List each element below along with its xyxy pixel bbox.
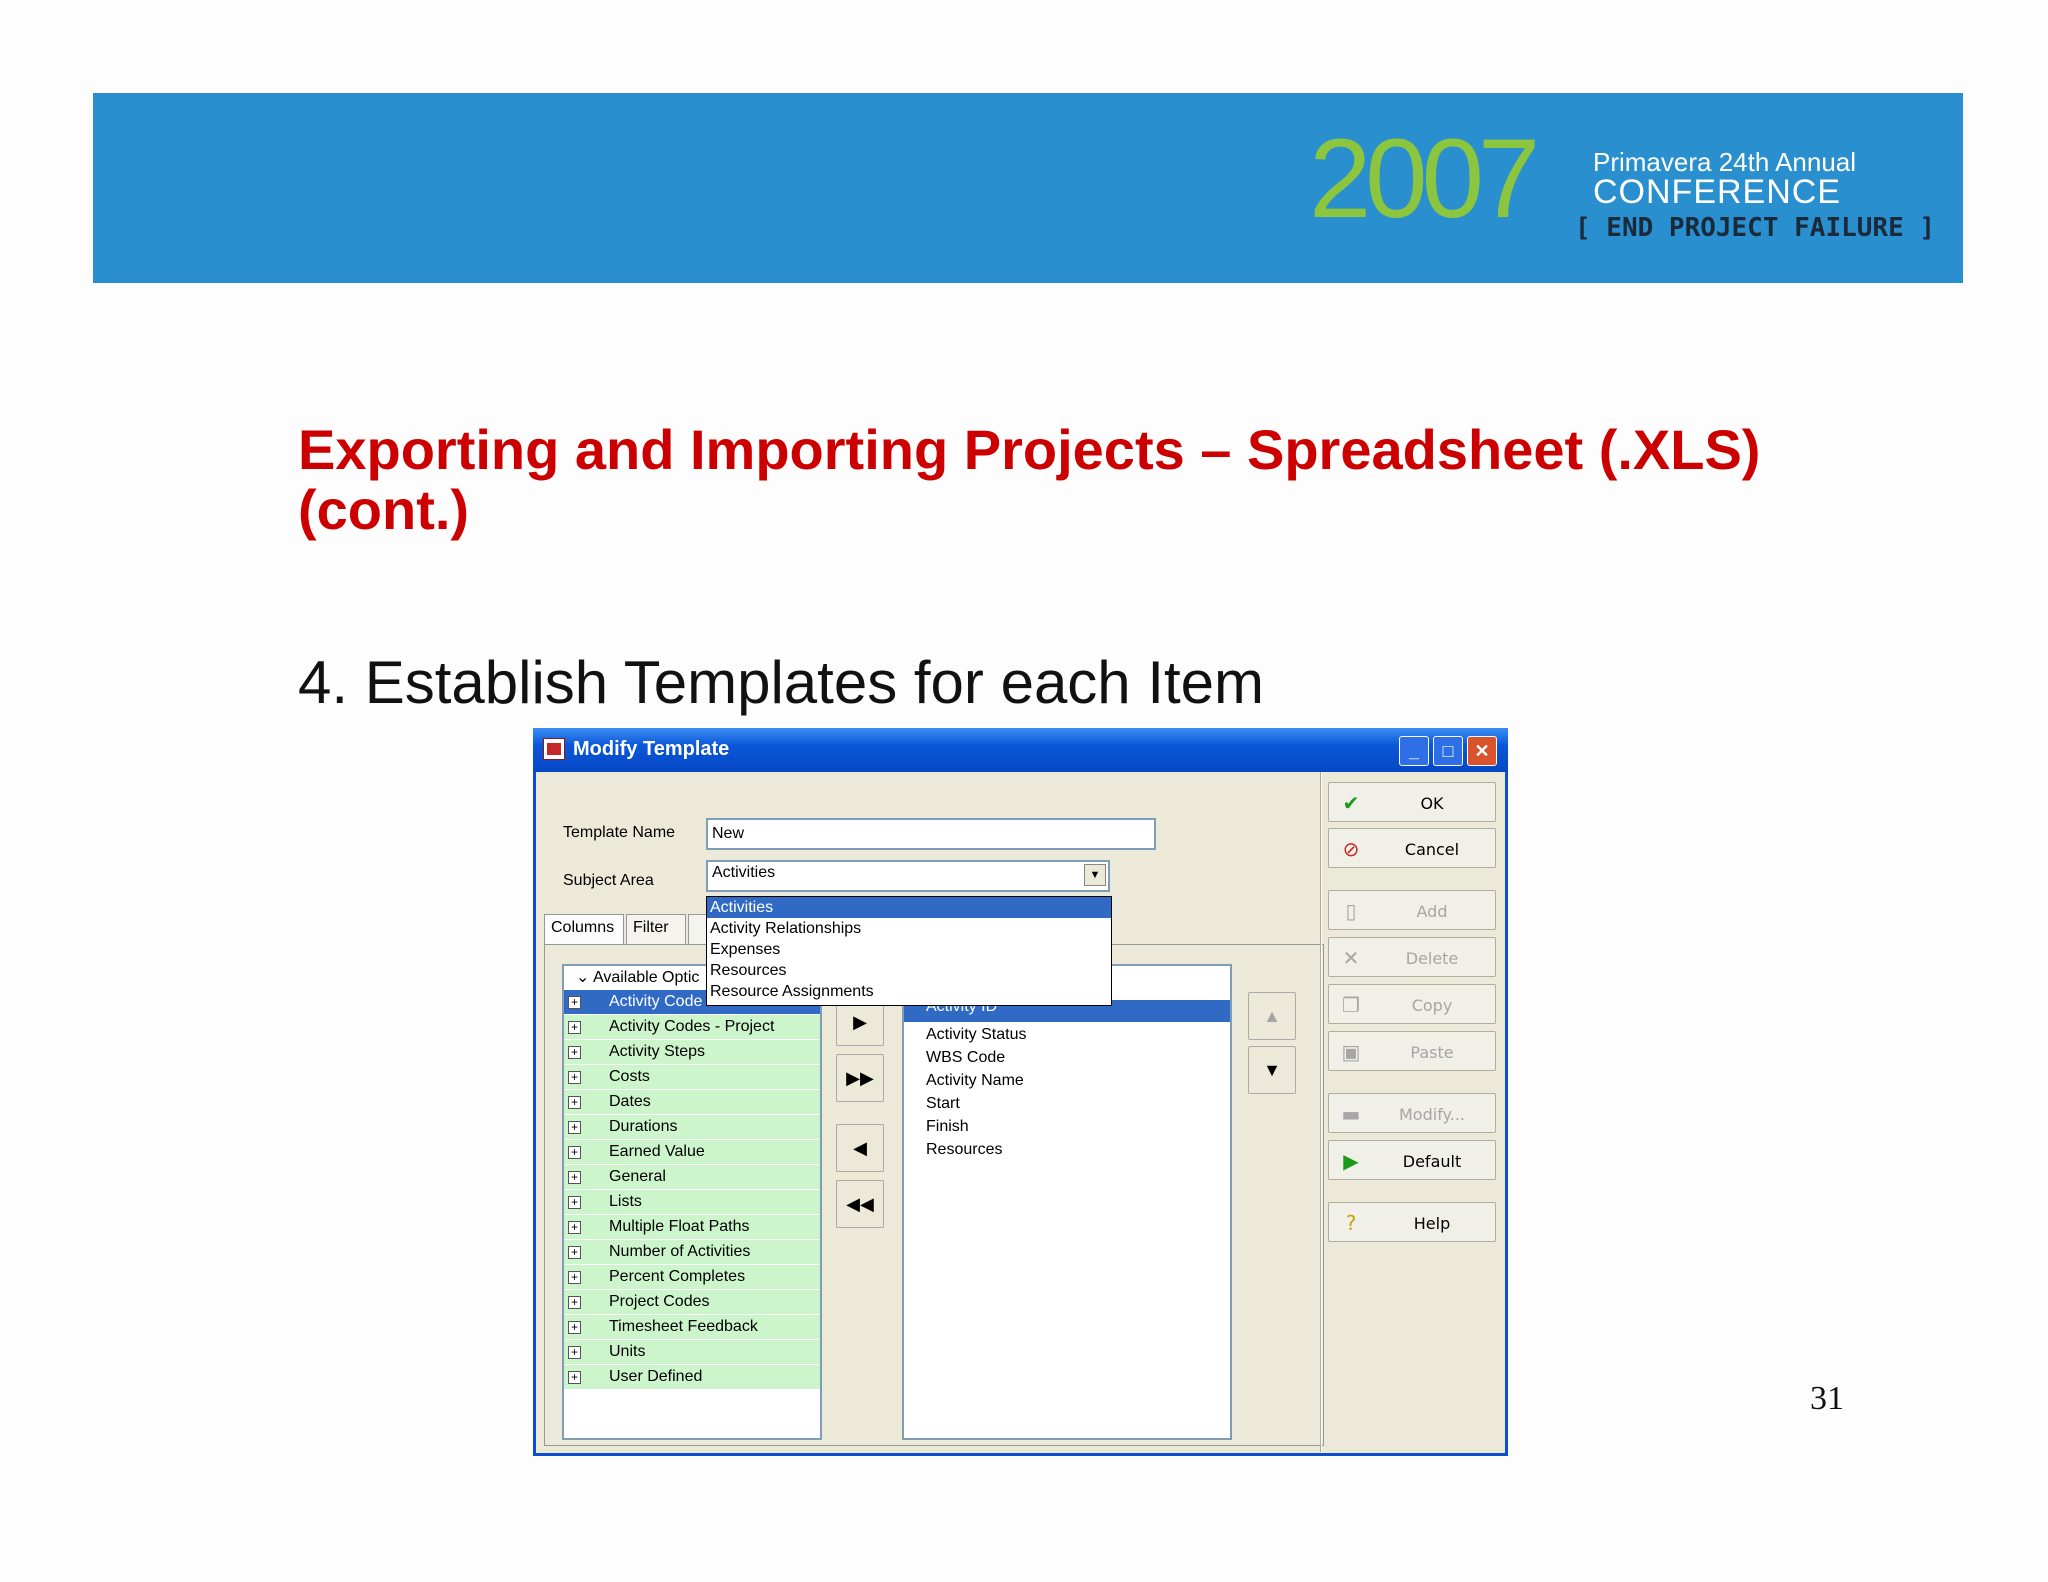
dialog-title: Modify Template — [573, 738, 730, 760]
list-item[interactable]: + Activity Codes - Project — [564, 1015, 820, 1040]
expand-icon[interactable]: + — [568, 1346, 581, 1359]
list-item[interactable]: Resources — [926, 1141, 1002, 1159]
subject-area-label: Subject Area — [563, 872, 654, 889]
list-item[interactable]: + Multiple Float Paths — [564, 1215, 820, 1240]
delete-icon: ✕ — [1342, 946, 1360, 970]
expand-icon[interactable]: + — [568, 996, 581, 1009]
arrow-right-icon: ▶ — [853, 1012, 867, 1032]
expand-icon[interactable]: + — [568, 1046, 581, 1059]
expand-icon[interactable]: + — [568, 1121, 581, 1134]
list-item[interactable]: WBS Code — [926, 1049, 1005, 1067]
side-divider — [1320, 772, 1322, 1452]
dropdown-option[interactable]: Resource Assignments — [707, 981, 1111, 1002]
help-button[interactable]: ? Help — [1328, 1202, 1496, 1242]
list-item[interactable]: + Timesheet Feedback — [564, 1315, 820, 1340]
paste-icon: ▣ — [1341, 1040, 1361, 1064]
dropdown-option[interactable]: Activity Relationships — [707, 918, 1111, 939]
expand-icon[interactable]: + — [568, 1096, 581, 1109]
move-up-button[interactable]: ▲ — [1248, 992, 1296, 1040]
paste-button[interactable]: ▣ Paste — [1328, 1031, 1496, 1071]
list-item[interactable]: + Number of Activities — [564, 1240, 820, 1265]
expand-icon[interactable]: + — [568, 1371, 581, 1384]
banner-conference-line2: CONFERENCE — [1593, 173, 1842, 211]
arrow-up-icon: ▲ — [1263, 1006, 1281, 1026]
expand-icon[interactable]: + — [568, 1196, 581, 1209]
subject-area-select[interactable]: Activities ▼ — [706, 860, 1110, 892]
cancel-button[interactable]: ⊘ Cancel — [1328, 828, 1496, 868]
template-name-label: Template Name — [563, 824, 676, 841]
list-item[interactable]: Activity Name — [926, 1072, 1024, 1090]
arrow-left-icon: ◀ — [853, 1138, 867, 1158]
selected-columns-list[interactable]: Activity ID Activity Status WBS Code Act… — [902, 964, 1232, 1440]
list-item[interactable]: + Project Codes — [564, 1290, 820, 1315]
add-button[interactable]: ▯ Add — [1328, 890, 1496, 930]
dropdown-option[interactable]: Resources — [707, 960, 1111, 981]
maximize-icon[interactable]: □ — [1433, 736, 1463, 766]
modify-button[interactable]: ▬ Modify... — [1328, 1093, 1496, 1133]
list-item[interactable]: + Activity Steps — [564, 1040, 820, 1065]
dropdown-option[interactable]: Expenses — [707, 939, 1111, 960]
minimize-icon[interactable]: _ — [1399, 736, 1429, 766]
expand-icon[interactable]: + — [568, 1021, 581, 1034]
double-arrow-left-icon: ◀◀ — [846, 1194, 874, 1214]
conference-banner: 2007 Primavera 24th Annual CONFERENCE [ … — [93, 93, 1963, 283]
cancel-icon: ⊘ — [1342, 837, 1360, 861]
subject-area-dropdown: Activities Activity Relationships Expens… — [706, 896, 1112, 1006]
play-icon: ▶ — [1343, 1149, 1359, 1173]
checkmark-icon: ✔ — [1342, 791, 1360, 815]
page-number: 31 — [1810, 1380, 1844, 1417]
expand-icon[interactable]: + — [568, 1246, 581, 1259]
dialog-titlebar[interactable]: Modify Template _ □ ✕ — [533, 728, 1508, 772]
list-item[interactable]: + General — [564, 1165, 820, 1190]
modify-icon: ▬ — [1341, 1102, 1361, 1126]
expand-icon[interactable]: + — [568, 1221, 581, 1234]
move-down-button[interactable]: ▼ — [1248, 1046, 1296, 1094]
chevron-down-icon[interactable]: ▼ — [1084, 864, 1106, 886]
list-item[interactable]: + Percent Completes — [564, 1265, 820, 1290]
close-icon[interactable]: ✕ — [1467, 736, 1497, 766]
tab-filter[interactable]: Filter — [626, 914, 686, 944]
list-item[interactable]: + Dates — [564, 1090, 820, 1115]
list-item[interactable]: + Units — [564, 1340, 820, 1365]
list-item[interactable]: + Durations — [564, 1115, 820, 1140]
delete-button[interactable]: ✕ Delete — [1328, 937, 1496, 977]
banner-year: 2007 — [1309, 116, 1540, 241]
expand-icon[interactable]: + — [568, 1321, 581, 1334]
expand-icon[interactable]: + — [568, 1171, 581, 1184]
app-icon — [543, 738, 565, 760]
list-item[interactable]: + Earned Value — [564, 1140, 820, 1165]
copy-icon: ❐ — [1342, 993, 1360, 1017]
default-button[interactable]: ▶ Default — [1328, 1140, 1496, 1180]
list-item[interactable]: + User Defined — [564, 1365, 820, 1390]
slide-title: Exporting and Importing Projects – Sprea… — [298, 418, 1761, 541]
list-item[interactable]: Start — [926, 1095, 960, 1113]
new-document-icon: ▯ — [1345, 899, 1357, 923]
tab-columns[interactable]: Columns — [544, 914, 624, 944]
move-all-left-button[interactable]: ◀◀ — [836, 1180, 884, 1228]
expand-icon[interactable]: + — [568, 1296, 581, 1309]
expand-icon[interactable]: + — [568, 1071, 581, 1084]
list-item[interactable]: Finish — [926, 1118, 969, 1136]
dropdown-option[interactable]: Activities — [707, 897, 1111, 918]
subject-area-value: Activities — [712, 864, 776, 881]
slide-bullet: 4. Establish Templates for each Item — [298, 649, 1265, 716]
move-left-button[interactable]: ◀ — [836, 1124, 884, 1172]
expand-icon[interactable]: + — [568, 1146, 581, 1159]
arrow-down-icon: ▼ — [1263, 1060, 1281, 1080]
list-item[interactable]: + Lists — [564, 1190, 820, 1215]
tab-more[interactable] — [688, 914, 708, 944]
expand-icon[interactable]: + — [568, 1271, 581, 1284]
copy-button[interactable]: ❐ Copy — [1328, 984, 1496, 1024]
list-item[interactable]: Activity Status — [926, 1026, 1026, 1044]
move-all-right-button[interactable]: ▶▶ — [836, 1054, 884, 1102]
help-icon: ? — [1345, 1211, 1357, 1235]
double-arrow-right-icon: ▶▶ — [846, 1068, 874, 1088]
collapse-icon[interactable]: ⌄ — [576, 969, 593, 986]
ok-button[interactable]: ✔ OK — [1328, 782, 1496, 822]
template-name-input[interactable] — [706, 818, 1156, 850]
list-item[interactable]: + Costs — [564, 1065, 820, 1090]
available-options-list[interactable]: ⌄ Available Optic + Activity Code + Activi… — [562, 964, 822, 1440]
banner-tagline: [ END PROJECT FAILURE ] — [1575, 213, 1936, 243]
